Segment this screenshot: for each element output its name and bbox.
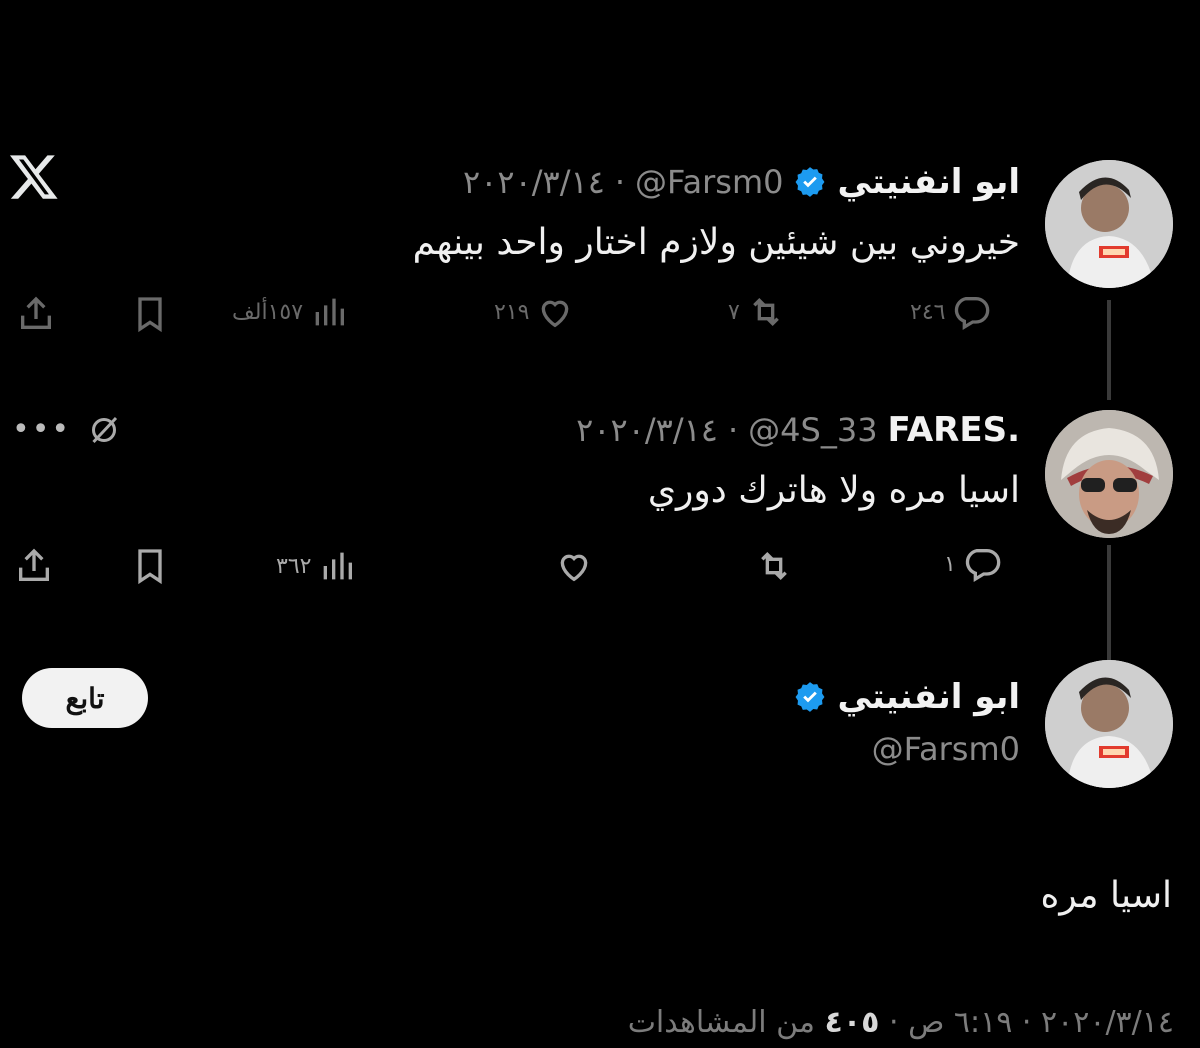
reply-icon	[955, 297, 990, 330]
bookmark-icon[interactable]	[130, 546, 170, 586]
like-icon	[542, 300, 569, 328]
reply-button[interactable]: ١	[944, 544, 1002, 584]
share-icon[interactable]	[16, 294, 56, 334]
views-icon	[315, 298, 345, 326]
like-button[interactable]: ٢١٩	[494, 292, 575, 332]
views-icon	[324, 552, 353, 580]
views-count: ٣٦٢	[276, 553, 312, 579]
x-logo-icon[interactable]	[8, 150, 60, 202]
avatar[interactable]	[1045, 410, 1173, 538]
verified-badge-icon	[796, 167, 825, 197]
main-tweet-header: ابو انفنيتي	[793, 672, 1020, 722]
separator-dot: ·	[727, 411, 739, 449]
tweet-header: ٢٠٢٠/٣/١٤ · @4S_33 FARES.	[576, 405, 1020, 455]
display-name[interactable]: ابو انفنيتي	[837, 162, 1020, 202]
retweet-icon	[752, 297, 779, 327]
main-tweet-text: اسيا مره	[1040, 875, 1172, 916]
display-name[interactable]: ابو انفنيتي	[837, 677, 1020, 717]
retweet-button[interactable]: ٧	[728, 292, 786, 332]
follow-button[interactable]: تابع	[22, 668, 148, 728]
views-label: من المشاهدات	[627, 1005, 815, 1040]
views-count: ٤٠٥	[824, 1005, 880, 1040]
user-handle[interactable]: @Farsm0	[872, 730, 1020, 768]
bookmark-icon[interactable]	[130, 294, 170, 334]
separator-dot: ·	[614, 163, 626, 201]
reply-count: ١	[944, 551, 956, 577]
share-icon[interactable]	[14, 546, 54, 586]
like-icon[interactable]	[554, 546, 594, 586]
like-count: ٢١٩	[494, 299, 530, 325]
grok-icon[interactable]	[86, 412, 122, 448]
more-icon[interactable]: •••	[12, 412, 71, 447]
views-button[interactable]: ١٥٧ألف	[232, 292, 349, 332]
tweet-text: خيروني بين شيئين ولازم اختار واحد بينهم	[412, 222, 1020, 263]
retweet-icon[interactable]	[754, 546, 794, 586]
date: ٢٠٢٠/٣/١٤	[576, 411, 718, 449]
tweet-header: ٢٠٢٠/٣/١٤ · @Farsm0 ابو انفنيتي	[463, 157, 1020, 207]
user-handle[interactable]: @Farsm0	[635, 163, 783, 201]
retweet-count: ٧	[728, 299, 740, 325]
reply-count: ٢٤٦	[910, 299, 946, 325]
verified-badge-icon	[796, 682, 825, 712]
display-name[interactable]: FARES.	[888, 410, 1020, 450]
views-count: ١٥٧ألف	[232, 299, 304, 325]
tweet-text: اسيا مره ولا هاترك دوري	[647, 470, 1020, 511]
thread-line	[1107, 300, 1111, 400]
date: ٢٠٢٠/٣/١٤	[463, 163, 605, 201]
reply-icon	[965, 549, 1001, 582]
thread-line	[1107, 545, 1111, 665]
avatar[interactable]	[1045, 660, 1173, 788]
avatar[interactable]	[1045, 160, 1173, 288]
views-button[interactable]: ٣٦٢	[276, 546, 357, 586]
user-handle[interactable]: @4S_33	[748, 411, 877, 449]
tweet-meta: ٢٠٢٠/٣/١٤ · ٦:١٩ ص · ٤٠٥ من المشاهدات	[628, 1005, 1174, 1040]
reply-button[interactable]: ٢٤٦	[910, 292, 991, 332]
timestamp[interactable]: ٢٠٢٠/٣/١٤ · ٦:١٩ ص ·	[889, 1005, 1174, 1040]
